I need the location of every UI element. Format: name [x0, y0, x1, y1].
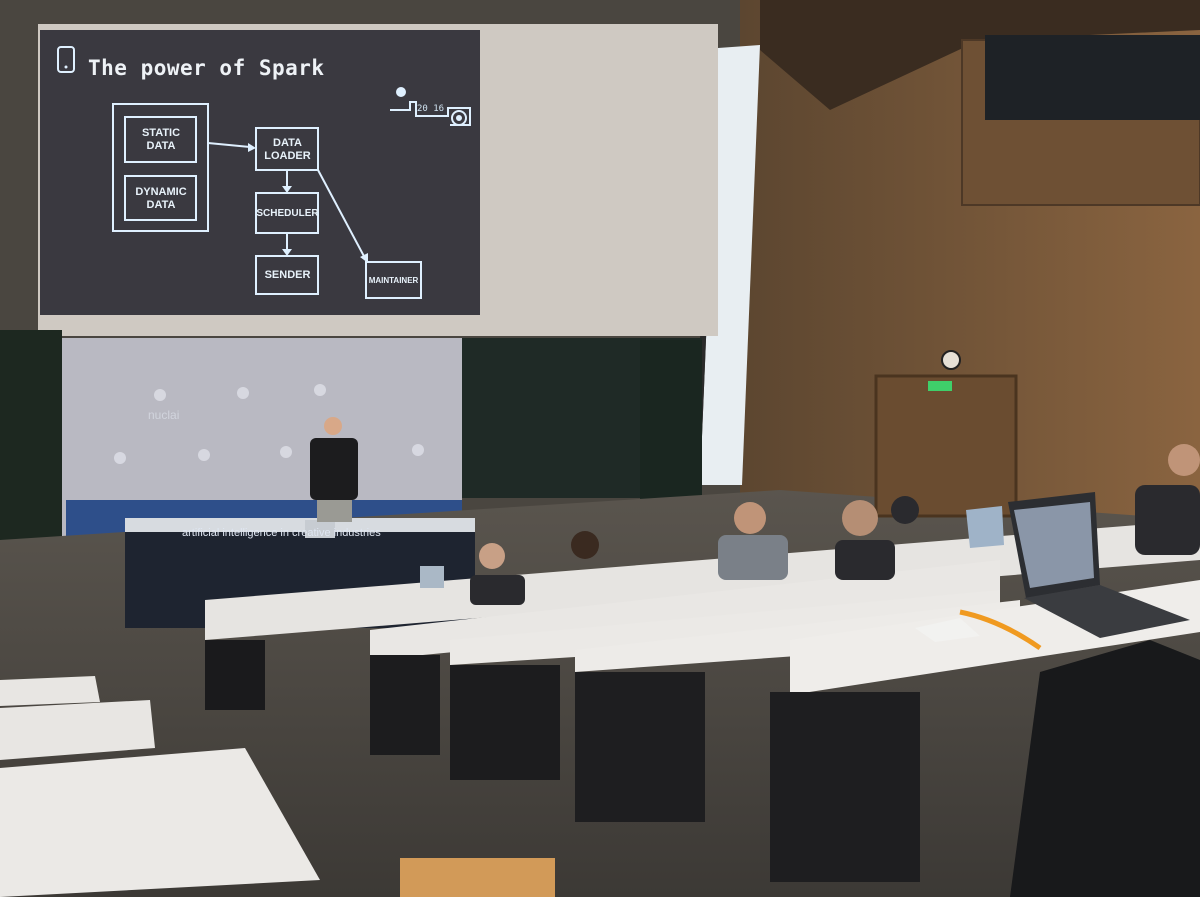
plant-left [0, 330, 62, 560]
clock-icon [941, 350, 961, 370]
lecture-hall-photo: The power of Spark 20 16 STATIC DATA DYN… [0, 0, 1200, 897]
dark-window [985, 35, 1200, 120]
seat-front-left [400, 858, 555, 897]
exit-door [874, 374, 1018, 518]
static-data-label: STATIC DATA [141, 127, 181, 152]
maintainer-label: MAINTAINER [368, 276, 419, 285]
plant-right [640, 340, 702, 500]
scheduler-label: SCHEDULER [256, 208, 319, 219]
slide-year-badge: 20 16 [417, 104, 445, 114]
backdrop-brand: nuclai [148, 408, 180, 422]
backdrop-tagline: artificial intelligence in creative indu… [182, 527, 381, 539]
sender-label: SENDER [264, 269, 311, 281]
dynamic-data-label: DYNAMIC DATA [135, 185, 187, 211]
data-loader-label: DATA LOADER [264, 136, 311, 162]
slide-title: The power of Spark [88, 56, 325, 80]
exit-sign [928, 381, 952, 391]
